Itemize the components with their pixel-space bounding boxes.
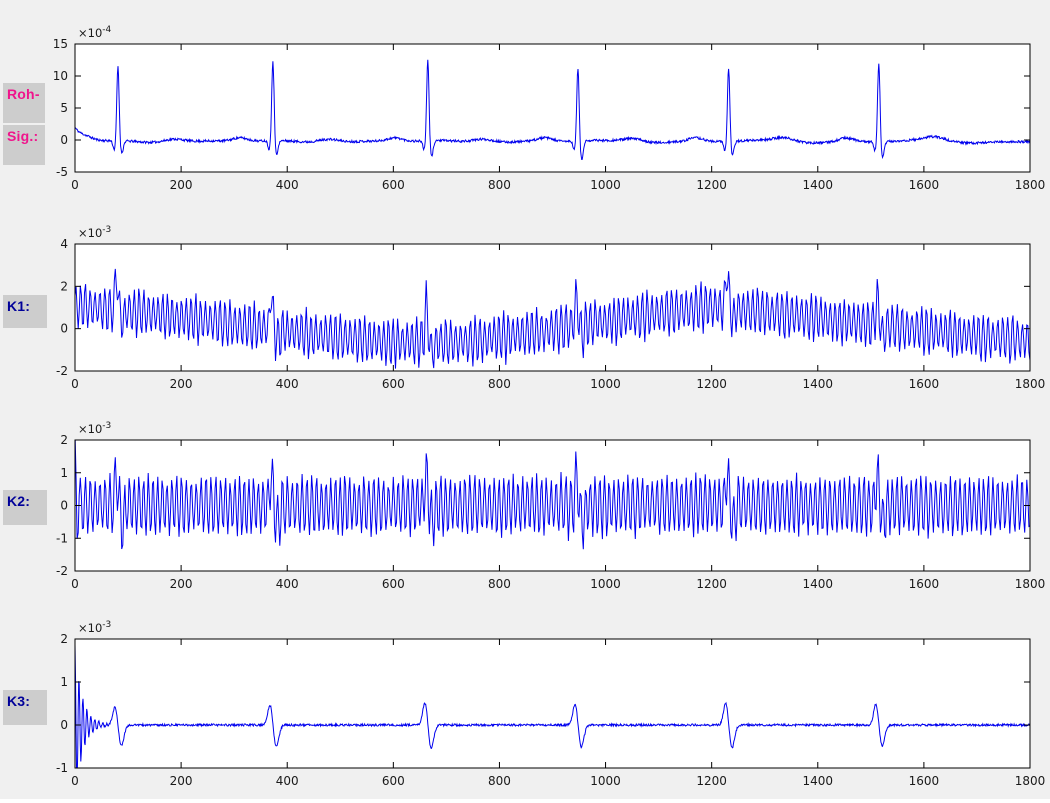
subplot-k1: 020040060080010001200140016001800-2024×1… — [56, 225, 1045, 391]
y-tick-label: 0 — [60, 133, 68, 147]
subplot-roh-sig: 020040060080010001200140016001800-505101… — [53, 25, 1046, 192]
x-tick-label: 400 — [276, 577, 299, 591]
y-tick-label: 4 — [60, 237, 68, 251]
x-tick-label: 800 — [488, 178, 511, 192]
x-tick-label: 1000 — [590, 577, 621, 591]
x-tick-label: 1600 — [909, 377, 940, 391]
y-tick-label: 1 — [60, 675, 68, 689]
row-label-k2: K2: — [3, 490, 47, 525]
subplot-k2: 0 200 400 600 800 1000 1200 1400 1600 1800 -2 -1 0 1 2… — [56, 421, 1045, 591]
axes-background — [75, 244, 1030, 371]
x-tick-label: 1400 — [803, 178, 834, 192]
y-tick-label: -2 — [56, 364, 68, 378]
plots-svg: 020040060080010001200140016001800-505101… — [0, 0, 1050, 799]
y-tick-label: 0 — [60, 322, 68, 336]
x-tick-label: 200 — [170, 577, 193, 591]
x-tick-label: 1400 — [803, 774, 834, 788]
x-tick-label: 200 — [170, 178, 193, 192]
x-tick-label: 1800 — [1015, 774, 1046, 788]
y-tick-label: 15 — [53, 37, 68, 51]
x-tick-label: 0 — [71, 774, 79, 788]
row-label-roh: Roh- — [3, 83, 45, 123]
x-tick-label: 1800 — [1015, 377, 1046, 391]
x-tick-label: 200 — [170, 774, 193, 788]
x-tick-label: 400 — [276, 178, 299, 192]
y-tick-label: -1 — [56, 531, 68, 545]
y-tick-label: -5 — [56, 165, 68, 179]
x-tick-label: 1000 — [590, 178, 621, 192]
x-tick-label: 0 — [71, 577, 79, 591]
x-tick-label: 1200 — [696, 377, 727, 391]
x-tick-label: 1800 — [1015, 178, 1046, 192]
x-tick-label: 800 — [488, 774, 511, 788]
x-tick-label: 1800 — [1015, 577, 1046, 591]
x-tick-label: 600 — [382, 377, 405, 391]
x-tick-label: 1000 — [590, 377, 621, 391]
x-tick-label: 600 — [382, 178, 405, 192]
y-tick-label: 1 — [60, 466, 68, 480]
axis-exponent-label: ×10-3 — [78, 225, 111, 240]
subplot-k3: 020040060080010001200140016001800-1012×1… — [56, 620, 1045, 788]
figure-canvas: 020040060080010001200140016001800-505101… — [0, 0, 1050, 799]
x-tick-label: 1600 — [909, 577, 940, 591]
y-tick-label: 10 — [53, 69, 68, 83]
x-tick-label: 1400 — [803, 377, 834, 391]
x-tick-label: 1600 — [909, 178, 940, 192]
x-tick-label: 1200 — [696, 577, 727, 591]
row-label-k3: K3: — [3, 690, 47, 725]
y-tick-label: -1 — [56, 761, 68, 775]
x-tick-label: 400 — [276, 377, 299, 391]
y-tick-label: 2 — [60, 433, 68, 447]
y-tick-label: 2 — [60, 632, 68, 646]
x-tick-label: 1000 — [590, 774, 621, 788]
y-tick-label: 5 — [60, 101, 68, 115]
x-tick-label: 400 — [276, 774, 299, 788]
axis-exponent-label: ×10-3 — [78, 620, 111, 635]
x-tick-label: 0 — [71, 377, 79, 391]
axes-background — [75, 639, 1030, 768]
y-tick-label: -2 — [56, 564, 68, 578]
y-tick-label: 0 — [60, 718, 68, 732]
x-tick-label: 1600 — [909, 774, 940, 788]
row-label-k1: K1: — [3, 295, 47, 328]
x-tick-label: 800 — [488, 377, 511, 391]
x-tick-label: 0 — [71, 178, 79, 192]
x-tick-label: 600 — [382, 774, 405, 788]
x-tick-label: 800 — [488, 577, 511, 591]
row-label-sig: Sig.: — [3, 125, 45, 165]
y-tick-label: 2 — [60, 279, 68, 293]
axis-exponent-label: ×10-3 — [78, 421, 111, 436]
x-tick-label: 1200 — [696, 178, 727, 192]
x-tick-label: 200 — [170, 377, 193, 391]
x-tick-label: 600 — [382, 577, 405, 591]
y-tick-label: 0 — [60, 499, 68, 513]
x-tick-label: 1200 — [696, 774, 727, 788]
x-tick-label: 1400 — [803, 577, 834, 591]
axis-exponent-label: ×10-4 — [78, 25, 112, 40]
axes-background — [75, 44, 1030, 172]
